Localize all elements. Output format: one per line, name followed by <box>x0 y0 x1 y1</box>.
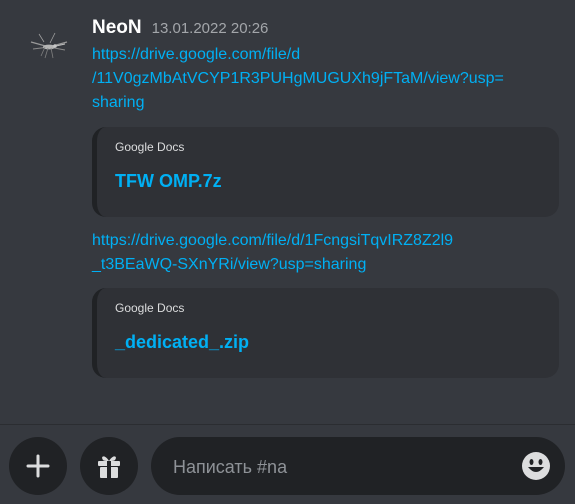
drive-link-2[interactable]: https://drive.google.com/file/d/1FcngsiT… <box>92 229 453 277</box>
message-timestamp: 13.01.2022 20:26 <box>151 20 269 37</box>
message-header: NeoN 13.01.2022 20:26 <box>92 17 268 43</box>
chat-area: NeoN 13.01.2022 20:26 https://drive.goog… <box>0 0 575 424</box>
gift-button[interactable] <box>80 437 138 495</box>
embed-provider[interactable]: Google Docs <box>115 140 184 154</box>
message-composer <box>0 425 575 504</box>
drive-link-2-line: https://drive.google.com/file/d/1FcngsiT… <box>92 232 454 249</box>
link-embed-2: Google Docs _dedicated_.zip <box>92 288 559 378</box>
author-name[interactable]: NeoN <box>92 17 142 39</box>
embed-title[interactable]: TFW OMP.7z <box>115 171 222 192</box>
message-input[interactable] <box>171 437 505 497</box>
emoji-icon <box>522 452 550 480</box>
avatar[interactable] <box>27 30 71 60</box>
embed-title[interactable]: _dedicated_.zip <box>115 332 249 353</box>
add-attachment-button[interactable] <box>9 437 67 495</box>
message-input-box <box>151 437 565 497</box>
drive-link-1-line: https://drive.google.com/file/d <box>92 46 301 63</box>
gift-icon <box>98 456 120 478</box>
drive-link-2-line: _t3BEaWQ-SXnYRi/view?usp=sharing <box>92 256 367 273</box>
drive-link-1-line: /11V0gzMbAtVCYP1R3PUHgMUGUXh9jFTaM/view?… <box>92 70 504 87</box>
drive-link-1[interactable]: https://drive.google.com/file/d /11V0gzM… <box>92 43 504 115</box>
link-embed-1: Google Docs TFW OMP.7z <box>92 127 559 217</box>
plus-icon <box>26 454 50 478</box>
embed-provider[interactable]: Google Docs <box>115 301 184 315</box>
mosquito-icon <box>30 32 68 59</box>
drive-link-1-line: sharing <box>92 94 145 111</box>
emoji-button[interactable] <box>521 451 551 481</box>
